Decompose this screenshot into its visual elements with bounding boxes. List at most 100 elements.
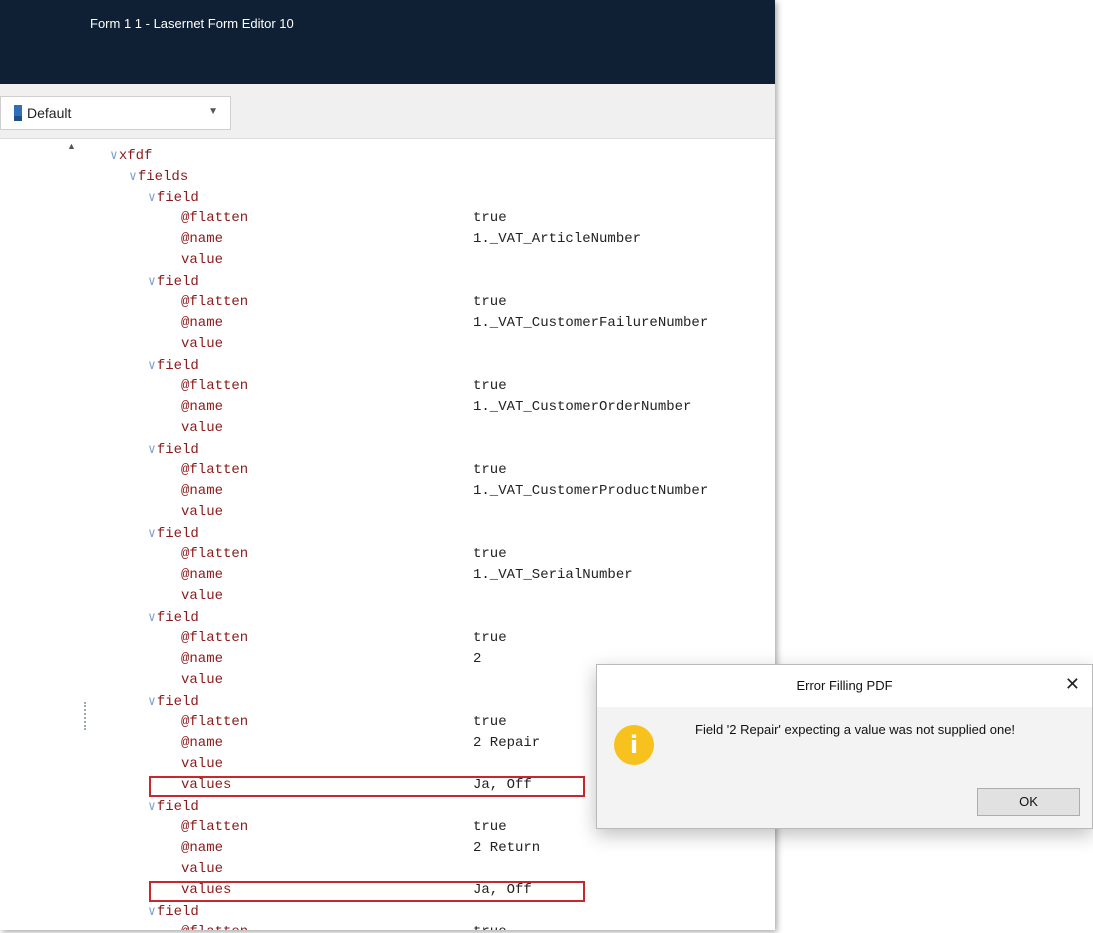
tree-node-value: 1._VAT_ArticleNumber bbox=[473, 231, 642, 247]
tree-attribute-value[interactable]: value bbox=[181, 250, 223, 271]
tree-attribute-name[interactable]: @name bbox=[181, 313, 223, 334]
tree-node-value: 1._VAT_SerialNumber bbox=[473, 567, 633, 583]
tree-node-field[interactable]: ∨field bbox=[148, 796, 199, 817]
tree-node-label: fields bbox=[137, 169, 189, 185]
scroll-up-arrow-icon[interactable]: ▲ bbox=[67, 141, 76, 151]
splitter-grip[interactable] bbox=[84, 702, 88, 730]
tree-node-xfdf[interactable]: ∨xfdf bbox=[110, 145, 152, 166]
tree-attribute-flatten[interactable]: @flatten bbox=[181, 292, 248, 313]
tree-node-label: value bbox=[181, 672, 224, 688]
tree-attribute-value[interactable]: value bbox=[181, 670, 223, 691]
tree-attribute-value[interactable]: value bbox=[181, 586, 223, 607]
chevron-expand-icon[interactable]: ∨ bbox=[148, 799, 156, 814]
error-dialog: Error Filling PDF ✕ i Field '2 Repair' e… bbox=[596, 664, 1093, 829]
tree-node-label: field bbox=[156, 190, 199, 206]
tree-attribute-value[interactable]: value bbox=[181, 859, 223, 880]
tree-node-fields[interactable]: ∨fields bbox=[129, 166, 188, 187]
highlight-box bbox=[149, 881, 585, 902]
tree-node-field[interactable]: ∨field bbox=[148, 607, 199, 628]
vertical-scrollbar[interactable]: ▲ bbox=[62, 139, 108, 930]
tree-node-value: true bbox=[473, 210, 507, 226]
tree-node-label: @name bbox=[181, 735, 224, 751]
chevron-expand-icon[interactable]: ∨ bbox=[148, 274, 156, 289]
chevron-expand-icon[interactable]: ∨ bbox=[148, 904, 156, 919]
tree-node-label: field bbox=[156, 526, 199, 542]
tree-attribute-flatten[interactable]: @flatten bbox=[181, 817, 248, 838]
title-bar: Form 1 1 - Lasernet Form Editor 10 bbox=[0, 0, 775, 84]
tree-attribute-flatten[interactable]: @flatten bbox=[181, 712, 248, 733]
tree-node-label: field bbox=[156, 904, 199, 920]
tree-node-label: value bbox=[181, 420, 224, 436]
chevron-expand-icon[interactable]: ∨ bbox=[148, 526, 156, 541]
tree-node-label: @flatten bbox=[181, 819, 249, 835]
tree-node-label: field bbox=[156, 358, 199, 374]
tree-node-label: @name bbox=[181, 840, 224, 856]
tree-attribute-flatten[interactable]: @flatten bbox=[181, 208, 248, 229]
line-gutter bbox=[0, 139, 63, 930]
tree-attribute-value[interactable]: value bbox=[181, 502, 223, 523]
chevron-expand-icon[interactable]: ∨ bbox=[148, 694, 156, 709]
tree-attribute-flatten[interactable]: @flatten bbox=[181, 376, 248, 397]
tree-node-label: field bbox=[156, 274, 199, 290]
tree-node-label: @name bbox=[181, 399, 224, 415]
chevron-expand-icon[interactable]: ∨ bbox=[110, 148, 118, 163]
tree-attribute-name[interactable]: @name bbox=[181, 733, 223, 754]
tree-attribute-value[interactable]: value bbox=[181, 334, 223, 355]
tree-node-value: true bbox=[473, 819, 507, 835]
tree-node-label: @name bbox=[181, 231, 224, 247]
tree-attribute-value[interactable]: value bbox=[181, 418, 223, 439]
tree-node-field[interactable]: ∨field bbox=[148, 187, 199, 208]
tree-node-label: @flatten bbox=[181, 714, 249, 730]
close-icon[interactable]: ✕ bbox=[1065, 674, 1080, 695]
tree-node-field[interactable]: ∨field bbox=[148, 691, 199, 712]
tree-attribute-name[interactable]: @name bbox=[181, 565, 223, 586]
tree-node-label: value bbox=[181, 252, 224, 268]
tree-attribute-name[interactable]: @name bbox=[181, 649, 223, 670]
chevron-down-icon: ▼ bbox=[208, 106, 218, 117]
tree-attribute-name[interactable]: @name bbox=[181, 397, 223, 418]
tree-node-label: field bbox=[156, 442, 199, 458]
tree-node-label: @flatten bbox=[181, 630, 249, 646]
chevron-expand-icon[interactable]: ∨ bbox=[148, 610, 156, 625]
tree-node-label: @name bbox=[181, 567, 224, 583]
chevron-expand-icon[interactable]: ∨ bbox=[129, 169, 137, 184]
tree-node-field[interactable]: ∨field bbox=[148, 271, 199, 292]
dialog-footer: OK bbox=[597, 779, 1092, 828]
toolbar: Default ▼ bbox=[0, 84, 775, 139]
tree-node-label: @name bbox=[181, 651, 224, 667]
tree-attribute-flatten[interactable]: @flatten bbox=[181, 460, 248, 481]
tree-attribute-flatten[interactable]: @flatten bbox=[181, 922, 248, 930]
tree-node-value: true bbox=[473, 630, 507, 646]
tree-attribute-value[interactable]: value bbox=[181, 754, 223, 775]
tree-node-value: true bbox=[473, 462, 507, 478]
chevron-expand-icon[interactable]: ∨ bbox=[148, 358, 156, 373]
chevron-expand-icon[interactable]: ∨ bbox=[148, 442, 156, 457]
tree-node-value: true bbox=[473, 378, 507, 394]
dialog-message: Field '2 Repair' expecting a value was n… bbox=[695, 722, 1016, 737]
tree-attribute-name[interactable]: @name bbox=[181, 481, 223, 502]
tree-node-field[interactable]: ∨field bbox=[148, 355, 199, 376]
tree-node-label: value bbox=[181, 504, 224, 520]
tree-node-field[interactable]: ∨field bbox=[148, 439, 199, 460]
tree-node-field[interactable]: ∨field bbox=[148, 901, 199, 922]
tree-attribute-flatten[interactable]: @flatten bbox=[181, 628, 248, 649]
tree-attribute-name[interactable]: @name bbox=[181, 838, 223, 859]
tree-node-field[interactable]: ∨field bbox=[148, 523, 199, 544]
tree-node-label: @name bbox=[181, 315, 224, 331]
tree-node-label: @flatten bbox=[181, 924, 248, 930]
tree-node-label: field bbox=[156, 799, 199, 815]
tree-node-value: 2 bbox=[473, 651, 482, 667]
tree-attribute-flatten[interactable]: @flatten bbox=[181, 544, 248, 565]
profile-dropdown[interactable]: Default ▼ bbox=[0, 96, 231, 130]
dialog-title-bar: Error Filling PDF ✕ bbox=[597, 665, 1092, 707]
ok-button[interactable]: OK bbox=[977, 788, 1080, 816]
tree-node-label: field bbox=[156, 694, 199, 710]
tree-node-label: @flatten bbox=[181, 546, 249, 562]
tree-node-label: value bbox=[181, 588, 224, 604]
tree-node-label: @flatten bbox=[181, 462, 249, 478]
tree-node-label: value bbox=[181, 756, 224, 772]
profile-icon bbox=[14, 105, 22, 121]
tree-attribute-name[interactable]: @name bbox=[181, 229, 223, 250]
tree-node-label: @flatten bbox=[181, 378, 249, 394]
chevron-expand-icon[interactable]: ∨ bbox=[148, 190, 156, 205]
